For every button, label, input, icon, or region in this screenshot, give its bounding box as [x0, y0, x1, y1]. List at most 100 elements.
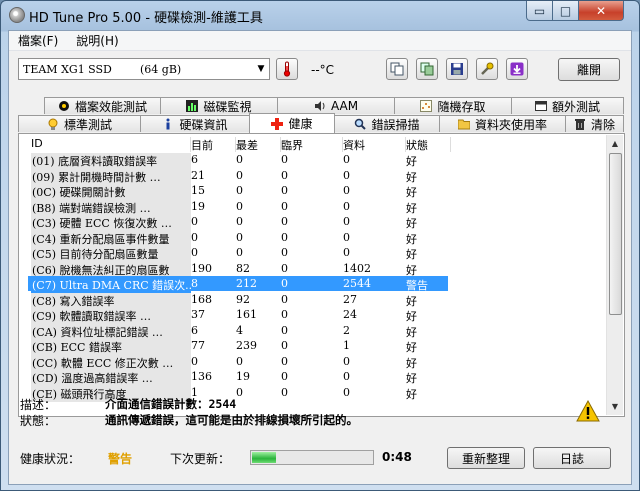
- current-value: 6: [191, 323, 198, 337]
- app-window: HD Tune Pro 5.00 - 硬碟檢測-維護工具 ▭ □ ✕ 檔案(F)…: [0, 0, 640, 491]
- tab-strip: 檔案效能測試 磁碟監視 AAM 隨機存取 額外測試 標準測試 硬碟資訊 健康 錯…: [18, 97, 625, 134]
- table-row[interactable]: (C7) Ultra DMA CRC 錯誤次... 8 212 0 2544 警告: [28, 276, 448, 293]
- worst-value: 0: [236, 215, 243, 228]
- threshold-value: 0: [281, 215, 288, 228]
- worst-value: 0: [236, 184, 243, 197]
- threshold-value: 0: [281, 354, 288, 368]
- raw-data-value: 1402: [343, 261, 371, 275]
- tab-disk-monitor[interactable]: 磁碟監視: [160, 97, 278, 114]
- next-update-label: 下次更新：: [170, 452, 231, 466]
- scroll-up-icon[interactable]: ▲: [607, 135, 623, 152]
- table-row[interactable]: (C6) 脫機無法糾正的扇區數 190 82 0 1402 好: [28, 261, 608, 278]
- tab-error-scan[interactable]: 錯誤掃描: [334, 115, 440, 132]
- table-row[interactable]: (CB) ECC 錯誤率 77 239 0 1 好: [28, 338, 608, 355]
- log-button[interactable]: 日誌: [533, 447, 611, 469]
- table-row[interactable]: (C8) 寫入錯誤率 168 92 0 27 好: [28, 292, 608, 309]
- title-bar[interactable]: HD Tune Pro 5.00 - 硬碟檢測-維護工具 ▭ □ ✕: [1, 1, 639, 30]
- client-area: 檔案(F) 說明(H) TEAM XG1 SSD (64 gB) ▼ --°C: [8, 30, 632, 485]
- save-button[interactable]: [446, 58, 468, 80]
- threshold-value: 0: [281, 168, 288, 182]
- tab-random-access[interactable]: 隨機存取: [394, 97, 512, 114]
- col-current[interactable]: 目前: [191, 137, 236, 152]
- description-value: 介面通信錯誤計數：2544: [105, 397, 237, 411]
- raw-data-value: 27: [343, 292, 357, 306]
- close-button[interactable]: ✕: [578, 1, 624, 21]
- maximize-icon: □: [559, 3, 572, 18]
- table-row[interactable]: (0C) 硬碟開關計數 15 0 0 0 好: [28, 183, 608, 200]
- copy-screenshot-button[interactable]: [416, 58, 438, 80]
- options-button[interactable]: [476, 58, 498, 80]
- tab-folder-usage[interactable]: 資料夾使用率: [439, 115, 566, 132]
- description-label: 描述：: [20, 398, 57, 412]
- threshold-value: 0: [281, 199, 288, 213]
- tools-icon: [481, 62, 494, 75]
- col-data[interactable]: 資料: [343, 137, 406, 152]
- download-button[interactable]: [506, 58, 528, 80]
- temperature-value: --°C: [311, 63, 335, 77]
- table-row[interactable]: (01) 底層資料讀取錯誤率 6 0 0 0 好: [28, 152, 608, 169]
- exit-button[interactable]: 離開: [558, 58, 620, 81]
- col-id[interactable]: ID: [31, 137, 191, 152]
- tab-aam[interactable]: AAM: [277, 97, 395, 114]
- table-row[interactable]: (C5) 目前待分配扇區數量 0 0 0 0 好: [28, 245, 608, 262]
- table-row[interactable]: (09) 累計開機時間計數 … 21 0 0 0 好: [28, 168, 608, 185]
- threshold-value: 0: [281, 230, 288, 244]
- file-benchmark-icon: [58, 100, 70, 112]
- copy-text-button[interactable]: [386, 58, 408, 80]
- table-row[interactable]: (C9) 軟體讀取錯誤率 … 37 161 0 24 好: [28, 307, 608, 324]
- drive-name: TEAM XG1 SSD: [23, 62, 112, 76]
- current-value: 190: [191, 261, 212, 275]
- table-row[interactable]: (CC) 軟體 ECC 修正次數 … 0 0 0 0 好: [28, 354, 608, 371]
- download-arrow-icon: [510, 62, 524, 76]
- warning-triangle-icon: [576, 400, 600, 422]
- table-row[interactable]: (CD) 溫度過高錯誤率 … 136 19 0 0 好: [28, 369, 608, 386]
- drive-size: (64 gB): [140, 63, 182, 76]
- col-threshold[interactable]: 臨界: [281, 137, 343, 152]
- table-row[interactable]: (C3) 硬體 ECC 恢復次數 … 0 0 0 0 好: [28, 214, 608, 231]
- current-value: 0: [191, 230, 198, 244]
- tab-benchmark[interactable]: 標準測試: [18, 115, 141, 132]
- menu-help[interactable]: 說明(H): [67, 32, 127, 49]
- menu-file[interactable]: 檔案(F): [9, 32, 67, 49]
- maximize-button[interactable]: □: [552, 1, 579, 21]
- threshold-value: 0: [281, 292, 288, 306]
- raw-data-value: 0: [343, 230, 350, 244]
- worst-value: 4: [236, 323, 243, 337]
- worst-value: 0: [236, 153, 243, 166]
- status-label: 狀態：: [20, 414, 57, 428]
- tab-health[interactable]: 健康: [249, 113, 335, 133]
- threshold-value: 0: [281, 153, 288, 166]
- col-status[interactable]: 狀態: [406, 137, 451, 152]
- table-row[interactable]: (C4) 重新分配扇區事件數量 0 0 0 0 好: [28, 230, 608, 247]
- details-area: 描述： 介面通信錯誤計數：2544 狀態： 通訊傳遞錯誤，這可能是由於排線損壞所…: [20, 394, 620, 434]
- menu-bar: 檔案(F) 說明(H): [9, 31, 631, 51]
- trash-icon: [574, 118, 586, 130]
- tab-extra-tests[interactable]: 額外測試: [511, 97, 624, 114]
- tab-file-benchmark[interactable]: 檔案效能測試: [44, 97, 161, 114]
- table-scrollbar[interactable]: ▲ ▼: [606, 135, 623, 415]
- temperature-button[interactable]: [276, 58, 298, 80]
- magnifier-icon: [354, 118, 367, 130]
- table-row[interactable]: (CA) 資料位址標記錯誤 … 6 4 0 2 好: [28, 323, 608, 340]
- tab-info[interactable]: 硬碟資訊: [140, 115, 250, 132]
- scrollbar-thumb[interactable]: [609, 153, 622, 315]
- update-progress-fill: [252, 452, 276, 463]
- tab-erase[interactable]: 清除: [565, 115, 624, 132]
- refresh-button[interactable]: 重新整理: [447, 447, 525, 469]
- minimize-icon: ▭: [533, 3, 546, 18]
- drive-select[interactable]: TEAM XG1 SSD (64 gB) ▼: [18, 58, 270, 80]
- raw-data-value: 0: [343, 153, 350, 166]
- thermometer-icon: [283, 61, 291, 77]
- window-title: HD Tune Pro 5.00 - 硬碟檢測-維護工具: [29, 11, 263, 26]
- current-value: 6: [191, 153, 198, 166]
- table-row[interactable]: (B8) 端對端錯誤檢測 … 19 0 0 0 好: [28, 199, 608, 216]
- info-icon: [162, 118, 174, 130]
- threshold-value: 0: [281, 246, 288, 259]
- col-worst[interactable]: 最差: [236, 137, 281, 152]
- minimize-button[interactable]: ▭: [526, 1, 553, 21]
- app-disk-icon: [9, 7, 25, 23]
- raw-data-value: 24: [343, 308, 357, 321]
- worst-value: 0: [236, 354, 243, 368]
- status-bar: 健康狀況： 警告 下次更新： 0:48 重新整理 日誌: [20, 443, 620, 469]
- current-value: 0: [191, 215, 198, 228]
